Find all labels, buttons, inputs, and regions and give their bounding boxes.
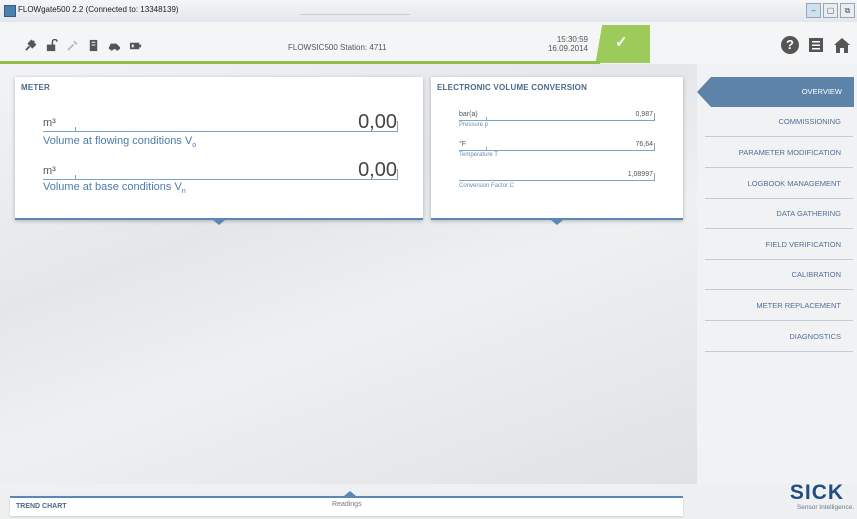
station-label: FLOWSIC500 Station: 4711 — [288, 43, 387, 52]
list-icon[interactable] — [808, 37, 824, 53]
window-controls: – ▢ ⧉ — [806, 3, 855, 18]
meter-row-2-tick-left — [75, 175, 76, 179]
trend-chart-bar[interactable]: TREND CHART Readings — [10, 491, 683, 516]
nav-commissioning[interactable]: COMMISSIONING — [705, 107, 853, 137]
meter-row-1-tick-left — [75, 127, 76, 131]
logo-tagline: Sensor Intelligence. — [796, 504, 854, 511]
meter-expand-icon[interactable] — [213, 220, 225, 225]
status-badge: ✓ — [590, 25, 650, 63]
wrench-icon[interactable] — [66, 39, 79, 52]
sick-logo: SICK Sensor Intelligence. — [780, 481, 854, 512]
evc-row-1-value: 0,987 — [635, 111, 653, 118]
evc-row-1-label: Pressure p — [459, 122, 489, 128]
meter-row-2-label: Volume at base conditions Vn — [43, 181, 186, 196]
nav-calibration[interactable]: CALIBRATION — [705, 260, 853, 290]
evc-row-3-value: 1,08997 — [627, 171, 653, 178]
evc-expand-icon[interactable] — [551, 220, 563, 225]
evc-row-2-line — [459, 150, 655, 151]
meter-title: METER — [21, 83, 50, 92]
meter-panel: METER m³ 0,00 Volume at flowing conditio… — [15, 77, 423, 225]
checkmark-icon: ✓ — [615, 34, 628, 51]
nav-parameter-modification[interactable]: PARAMETER MODIFICATION — [705, 138, 853, 168]
time-text: 15:30:59 — [556, 35, 588, 44]
date-time: 15:30:59 16.09.2014 — [510, 35, 588, 53]
meter-row-2-tick — [397, 169, 398, 179]
meter-row-2-line — [43, 179, 398, 180]
readings-label: Readings — [332, 501, 362, 508]
unlock-icon[interactable] — [45, 39, 58, 52]
document-icon[interactable] — [87, 39, 100, 52]
evc-row-2-unit: °F — [459, 141, 467, 148]
evc-title: ELECTRONIC VOLUME CONVERSION — [437, 83, 588, 92]
car-icon[interactable] — [108, 39, 121, 52]
evc-row-2-tick — [654, 143, 655, 150]
nav-overview[interactable]: OVERVIEW — [697, 77, 854, 107]
side-nav: OVERVIEW COMMISSIONING PARAMETER MODIFIC… — [697, 64, 857, 484]
nav-data-gathering[interactable]: DATA GATHERING — [705, 199, 853, 229]
date-text: 16.09.2014 — [547, 44, 588, 53]
trend-chart-label: TREND CHART — [16, 503, 67, 510]
meter-row-1-label: Volume at flowing conditions Vo — [43, 135, 197, 150]
evc-row-1-tick — [654, 113, 655, 120]
meter-row-1-tick — [397, 121, 398, 131]
evc-row-2-value: 76,64 — [635, 141, 653, 148]
evc-row-1-unit: bar(a) — [459, 111, 478, 118]
evc-panel: ELECTRONIC VOLUME CONVERSION bar(a) 0,98… — [431, 77, 683, 225]
toolbar — [24, 39, 142, 52]
evc-row-3-label: Conversion Factor C — [459, 183, 515, 189]
app-icon — [4, 5, 16, 17]
evc-row-3-tick — [654, 173, 655, 180]
meter-row-1-unit: m³ — [43, 117, 56, 129]
meter-row-2-unit: m³ — [43, 165, 56, 177]
nav-logbook-management[interactable]: LOGBOOK MANAGEMENT — [705, 169, 853, 199]
nav-field-verification[interactable]: FIELD VERIFICATION — [705, 230, 853, 260]
window-title: FLOWgate500 2.2 (Connected to: 13348139) — [18, 5, 179, 14]
nav-diagnostics[interactable]: DIAGNOSTICS — [705, 322, 853, 352]
maximize-button[interactable]: ▢ — [823, 3, 838, 18]
trend-expand-icon[interactable] — [344, 491, 356, 496]
evc-row-1-line — [459, 120, 655, 121]
header-icons: ? — [781, 36, 851, 54]
battery-icon[interactable] — [129, 39, 142, 52]
home-icon[interactable] — [833, 37, 851, 54]
evc-row-1-tick-left — [486, 117, 487, 120]
help-icon[interactable]: ? — [781, 36, 799, 54]
evc-row-3-line — [459, 180, 655, 181]
restore-button[interactable]: ⧉ — [840, 3, 855, 18]
window-titlebar: FLOWgate500 2.2 (Connected to: 13348139)… — [0, 0, 857, 23]
evc-row-2-tick-left — [486, 147, 487, 150]
minimize-button[interactable]: – — [806, 3, 821, 18]
nav-meter-replacement[interactable]: METER REPLACEMENT — [705, 291, 853, 321]
plug-icon[interactable] — [24, 39, 37, 52]
logo-brand: SICK — [789, 481, 845, 504]
evc-row-2-label: Temperature T — [459, 152, 498, 158]
meter-row-1-line — [43, 131, 398, 132]
